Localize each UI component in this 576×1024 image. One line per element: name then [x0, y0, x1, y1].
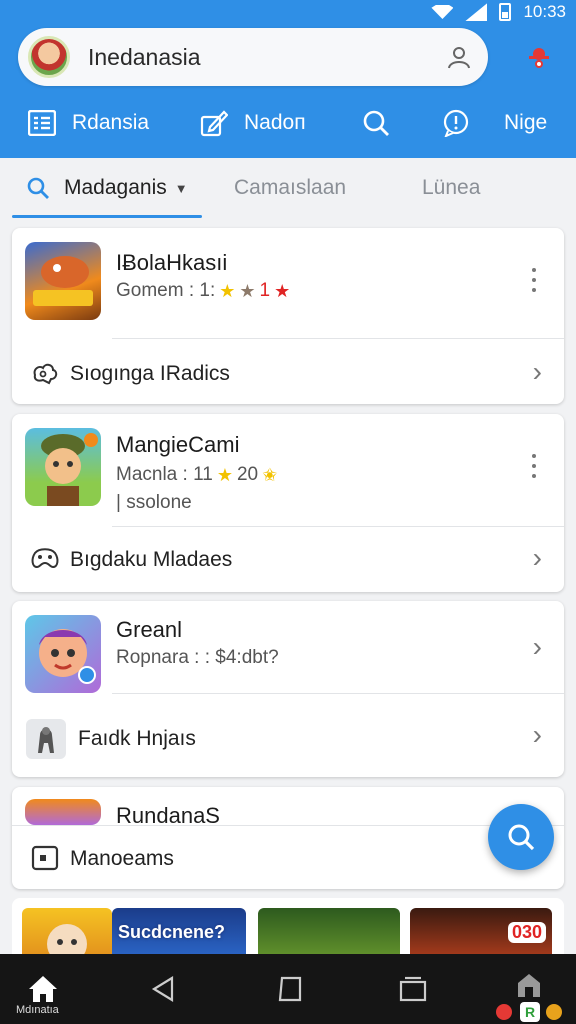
- app-meta: Ropnara : : $4:dbt?: [116, 647, 279, 669]
- tab-madaganis[interactable]: Madaganis ▼: [26, 176, 188, 200]
- home-button-icon[interactable]: [272, 972, 306, 1006]
- search-icon: [508, 824, 535, 851]
- star-icon: ✬: [262, 464, 278, 485]
- chat-icon: [442, 109, 470, 137]
- app-meta: Gomem : 1: ★ ★ 1 ★: [116, 280, 290, 302]
- signal-icon: [465, 3, 488, 21]
- search-title: Inedanasia: [88, 43, 201, 70]
- tab-label: Madaganis: [64, 176, 167, 199]
- strip-thumbnail[interactable]: Sucdcnene?: [112, 908, 246, 958]
- app-card[interactable]: Greanl Ropnara : : $4:dbt? › Faıdk Hnjaı…: [12, 601, 564, 777]
- chevron-right-icon[interactable]: ›: [533, 356, 542, 388]
- tab-camaislaan[interactable]: Camaıslaan: [234, 176, 346, 200]
- tab-label: Lünea: [422, 176, 481, 199]
- search-fab-button[interactable]: [488, 804, 554, 870]
- nav-item-rdansia[interactable]: Rdansia: [28, 100, 149, 146]
- thumbnail-strip: Sucdcnene? 030: [12, 898, 564, 958]
- app-thumbnail: [25, 615, 101, 693]
- divider: [12, 825, 564, 826]
- app-card[interactable]: IɃolaHkasıi Gomem : 1: ★ ★ 1 ★ Sıogınga …: [12, 228, 564, 404]
- meta-text: Ropnara : : $4:dbt?: [116, 647, 279, 668]
- search-icon: [27, 177, 49, 199]
- home-label: Mdınatıa: [16, 1004, 59, 1016]
- notification-bell-icon[interactable]: [524, 44, 554, 74]
- sub-row-label[interactable]: Faıdk Hnjaıs: [78, 727, 196, 751]
- status-time: 10:33: [523, 2, 566, 21]
- search-icon: [362, 109, 390, 137]
- app-extra: | ssolone: [116, 492, 192, 513]
- app-title: Greanl: [116, 617, 183, 642]
- divider: [112, 693, 564, 694]
- top-nav: Rdansia Nadoп Nige: [0, 100, 576, 146]
- list-icon: [28, 109, 56, 137]
- meta-suffix: 20: [236, 464, 259, 485]
- app-thumbnail: [25, 799, 101, 825]
- chevron-down-icon: ▼: [174, 180, 188, 196]
- tab-lunea[interactable]: Lünea: [422, 176, 480, 200]
- chevron-right-icon[interactable]: ›: [533, 719, 542, 751]
- app-title: MangieCami: [116, 432, 240, 457]
- gamepad-icon: [30, 544, 60, 574]
- user-icon[interactable]: [444, 42, 474, 72]
- divider: [112, 526, 564, 527]
- star-icon: ★: [274, 280, 291, 301]
- edit-icon: [200, 109, 228, 137]
- nav-label: Rdansia: [72, 111, 150, 134]
- tab-bar: Madaganis ▼ Camaıslaan Lünea: [0, 158, 576, 220]
- store-icon[interactable]: [512, 968, 546, 1002]
- app-badge-icon: [546, 1004, 562, 1020]
- wifi-icon: [431, 5, 454, 19]
- strip-thumbnail[interactable]: [258, 908, 400, 958]
- meta-suffix: 1: [259, 280, 271, 301]
- home-icon[interactable]: [26, 972, 60, 1006]
- app-card[interactable]: MangieCami Macnla : 11 ★ 20 ✬ | ssolone …: [12, 414, 564, 592]
- app-thumbnail: [25, 428, 101, 506]
- strip-badge: 030: [507, 922, 546, 943]
- strip-thumbnail[interactable]: 030: [410, 908, 552, 958]
- back-icon[interactable]: [146, 972, 180, 1006]
- nav-label: Nadoп: [244, 111, 306, 134]
- active-tab-indicator: [12, 215, 202, 218]
- search-bar[interactable]: Inedanasia: [18, 28, 488, 86]
- app-title: IɃolaHkasıi: [116, 250, 228, 275]
- chevron-right-icon[interactable]: ›: [533, 631, 542, 663]
- star-icon: ★: [216, 464, 233, 485]
- recents-icon[interactable]: [396, 972, 430, 1006]
- meta-text: Gomem : 1:: [116, 280, 216, 301]
- tab-label: Camaıslaan: [234, 176, 347, 199]
- nav-item-nadon[interactable]: Nadoп: [200, 100, 306, 146]
- divider: [112, 338, 564, 339]
- nav-item-nige[interactable]: Nige: [442, 100, 547, 146]
- more-icon[interactable]: [532, 454, 538, 478]
- system-nav-bar: Mdınatıa R: [0, 954, 576, 1024]
- app-header: 10:33 Inedanasia Rdansia Nadoп Nige: [0, 0, 576, 158]
- sub-row-label[interactable]: Bıgdaku Mladaes: [70, 548, 232, 572]
- app-badge-icon: R: [520, 1002, 540, 1022]
- tv-icon: [30, 843, 60, 873]
- app-card[interactable]: RundanaS Manoeams: [12, 787, 564, 889]
- nav-label: Nige: [504, 111, 548, 134]
- sub-row-label[interactable]: Manoeams: [70, 847, 174, 871]
- star-icon: ★: [219, 280, 236, 301]
- strip-title: Sucdcnene?: [118, 922, 226, 942]
- more-icon[interactable]: [532, 268, 538, 292]
- app-meta: Macnla : 11 ★ 20 ✬: [116, 464, 277, 486]
- meta-text: Macnla : 11: [116, 464, 213, 485]
- sub-row-label[interactable]: Sıogınga IRadics: [70, 362, 230, 386]
- status-bar: 10:33: [431, 0, 576, 24]
- star-icon: ★: [239, 280, 256, 301]
- battery-icon: [499, 3, 512, 21]
- character-icon: [26, 719, 66, 759]
- puzzle-icon: [30, 358, 60, 388]
- chevron-right-icon[interactable]: ›: [533, 542, 542, 574]
- avatar[interactable]: [28, 36, 70, 78]
- record-badge-icon: [496, 1004, 512, 1020]
- app-thumbnail: [25, 242, 101, 320]
- nav-item-search[interactable]: [362, 100, 390, 146]
- strip-thumbnail[interactable]: [22, 908, 112, 958]
